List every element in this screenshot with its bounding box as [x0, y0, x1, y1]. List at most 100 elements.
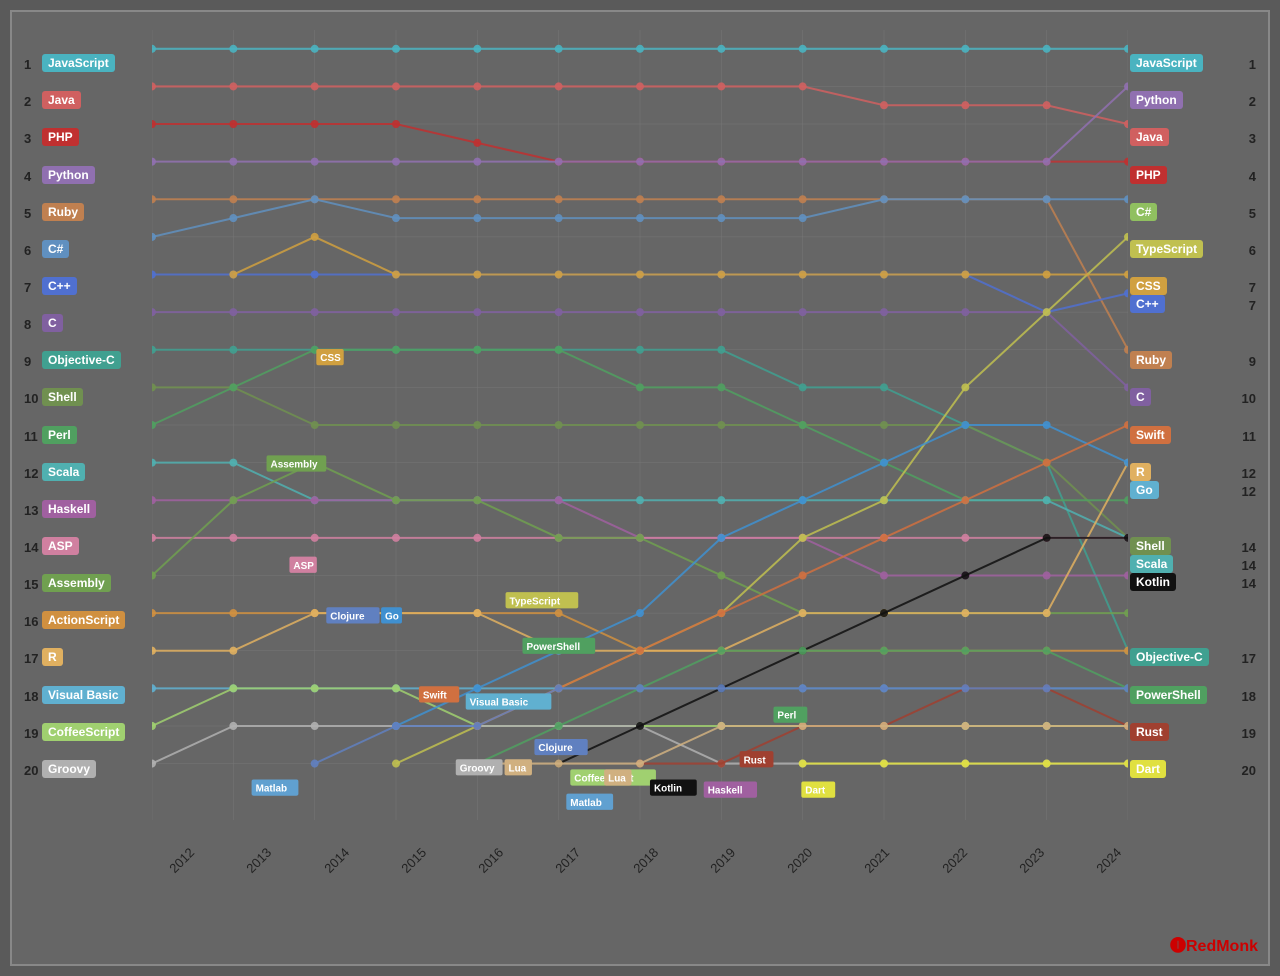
right-language-label: PowerShell: [1130, 686, 1207, 704]
left-rank-number: 1: [24, 57, 31, 72]
right-language-label: Java: [1130, 128, 1169, 146]
svg-text:Perl: Perl: [777, 711, 796, 722]
left-language-label: Groovy: [42, 760, 96, 778]
right-language-label: Dart: [1130, 760, 1166, 778]
left-rank-number: 14: [24, 540, 38, 555]
x-axis-label: 2022: [939, 845, 970, 876]
right-labels: JavaScript1Python2Java3PHP4C#5TypeScript…: [1128, 30, 1258, 870]
x-axis-label: 2020: [784, 845, 815, 876]
left-language-label: CoffeeScript: [42, 723, 125, 741]
right-language-label: C#: [1130, 203, 1157, 221]
left-language-label: Java: [42, 91, 81, 109]
left-rank-number: 17: [24, 651, 38, 666]
right-rank-number: 14: [1242, 540, 1256, 555]
left-rank-number: 19: [24, 726, 38, 741]
x-axis-label: 2024: [1093, 845, 1124, 876]
left-rank-number: 5: [24, 206, 31, 221]
left-language-label: C: [42, 314, 63, 332]
left-rank-number: 2: [24, 94, 31, 109]
left-language-label: Perl: [42, 426, 77, 444]
x-axis-label: 2016: [475, 845, 506, 876]
x-axis-labels: 2012201320142015201620172018201920202021…: [152, 855, 1128, 870]
right-rank-number: 5: [1249, 206, 1256, 221]
svg-text:Rust: Rust: [744, 755, 767, 766]
left-rank-number: 3: [24, 131, 31, 146]
chart-container: 1JavaScript2Java3PHP4Python5Ruby6C#7C++8…: [10, 10, 1270, 966]
right-language-label: Swift: [1130, 426, 1171, 444]
svg-text:Lua: Lua: [608, 773, 626, 784]
right-language-label: Scala: [1130, 555, 1173, 573]
left-language-label: ActionScript: [42, 611, 125, 629]
right-language-label: CSS: [1130, 277, 1167, 295]
redmonk-logo: 🅘RedMonk: [1170, 932, 1258, 956]
svg-text:Lua: Lua: [509, 763, 527, 774]
left-language-label: Objective-C: [42, 351, 121, 369]
right-language-label: PHP: [1130, 166, 1167, 184]
svg-lines: CSSAssemblyASPClojureGoSwiftTypeScriptPo…: [152, 30, 1128, 820]
left-language-label: C#: [42, 240, 69, 258]
right-rank-number: 20: [1242, 763, 1256, 778]
right-rank-number: 2: [1249, 94, 1256, 109]
left-rank-number: 8: [24, 317, 31, 332]
right-rank-number: 18: [1242, 689, 1256, 704]
left-rank-number: 11: [24, 429, 38, 444]
left-language-label: Shell: [42, 388, 83, 406]
right-rank-number: 14: [1242, 558, 1256, 573]
svg-text:Matlab: Matlab: [256, 784, 288, 795]
right-rank-number: 17: [1242, 651, 1256, 666]
right-language-label: Rust: [1130, 723, 1169, 741]
svg-text:Matlab: Matlab: [570, 798, 602, 809]
left-rank-number: 13: [24, 503, 38, 518]
x-axis-label: 2021: [861, 845, 892, 876]
left-language-label: Haskell: [42, 500, 96, 518]
left-language-label: PHP: [42, 128, 79, 146]
svg-text:Groovy: Groovy: [460, 763, 495, 774]
left-rank-number: 16: [24, 614, 38, 629]
x-axis-label: 2019: [707, 845, 738, 876]
right-rank-number: 4: [1249, 169, 1256, 184]
left-rank-number: 9: [24, 354, 31, 369]
right-rank-number: 12: [1242, 466, 1256, 481]
right-language-label: Shell: [1130, 537, 1171, 555]
chart-area: 1JavaScript2Java3PHP4Python5Ruby6C#7C++8…: [22, 30, 1258, 870]
right-rank-number: 14: [1242, 576, 1256, 591]
left-language-label: Visual Basic: [42, 686, 125, 704]
left-rank-number: 12: [24, 466, 38, 481]
right-rank-number: 10: [1242, 391, 1256, 406]
svg-text:Visual Basic: Visual Basic: [470, 697, 529, 708]
left-rank-number: 7: [24, 280, 31, 295]
right-rank-number: 7: [1249, 280, 1256, 295]
right-language-label: JavaScript: [1130, 54, 1203, 72]
left-rank-number: 4: [24, 169, 31, 184]
right-rank-number: 19: [1242, 726, 1256, 741]
svg-text:Clojure: Clojure: [538, 743, 573, 754]
svg-text:Swift: Swift: [423, 690, 447, 701]
left-rank-number: 20: [24, 763, 38, 778]
x-axis-label: 2013: [243, 845, 274, 876]
right-rank-number: 9: [1249, 354, 1256, 369]
x-axis-label: 2023: [1016, 845, 1047, 876]
left-language-label: Ruby: [42, 203, 84, 221]
x-axis-label: 2017: [552, 845, 583, 876]
left-labels: 1JavaScript2Java3PHP4Python5Ruby6C#7C++8…: [22, 30, 152, 870]
svg-text:PowerShell: PowerShell: [526, 642, 580, 653]
left-language-label: C++: [42, 277, 77, 295]
left-language-label: JavaScript: [42, 54, 115, 72]
right-rank-number: 12: [1242, 484, 1256, 499]
svg-text:TypeScript: TypeScript: [510, 596, 561, 607]
svg-text:ASP: ASP: [293, 561, 314, 572]
right-language-label: C++: [1130, 295, 1165, 313]
right-rank-number: 3: [1249, 131, 1256, 146]
left-rank-number: 15: [24, 577, 38, 592]
x-axis-label: 2014: [321, 845, 352, 876]
svg-text:Clojure: Clojure: [330, 611, 365, 622]
right-language-label: Kotlin: [1130, 573, 1176, 591]
left-rank-number: 10: [24, 391, 38, 406]
right-language-label: C: [1130, 388, 1151, 406]
right-language-label: Python: [1130, 91, 1183, 109]
right-language-label: R: [1130, 463, 1151, 481]
svg-text:Dart: Dart: [805, 786, 826, 797]
left-rank-number: 18: [24, 689, 38, 704]
right-language-label: Go: [1130, 481, 1159, 499]
svg-text:CSS: CSS: [320, 353, 341, 364]
